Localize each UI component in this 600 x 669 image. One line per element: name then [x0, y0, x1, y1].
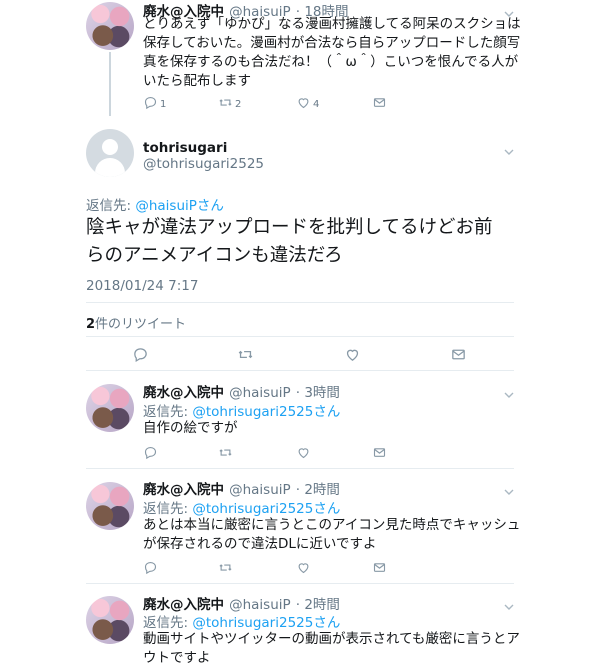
like-count: 4: [313, 98, 320, 110]
tweet-header: 廃水@入院中 @haisuiP · 3時間: [143, 381, 340, 401]
tweet-text-line: 真を保存するのも合法だね！（＾ω＾）こいつを恨んでる人が: [143, 54, 519, 70]
retweet-icon: [237, 346, 254, 366]
user-handle[interactable]: @tohrisugari2525: [143, 156, 264, 172]
tweet-text-line: 陰キャが違法アップロードを批判してるけどお前: [86, 217, 493, 238]
tweet-text-line: 保存しておいた。漫画村が合法なら自らアップロードした顔写: [143, 35, 521, 51]
reply-button[interactable]: [143, 445, 158, 463]
avatar[interactable]: [86, 596, 134, 644]
tweet-time[interactable]: · 3時間: [296, 385, 340, 401]
divider: [86, 302, 514, 303]
like-button[interactable]: [296, 445, 311, 463]
reply-button[interactable]: 1: [143, 95, 166, 113]
display-name[interactable]: 廃水@入院中: [143, 482, 224, 498]
dm-button[interactable]: [372, 95, 387, 113]
reply-to: 返信先: @tohrisugari2525さん: [143, 400, 340, 420]
reply-button[interactable]: [132, 346, 149, 366]
chevron-down-icon[interactable]: [504, 597, 514, 610]
reply-to: 返信先: @tohrisugari2525さん: [143, 611, 340, 631]
retweet-button[interactable]: [218, 560, 233, 578]
tweet-header: 廃水@入院中 @haisuiP · 2時間: [143, 593, 340, 613]
tweet-text: 動画サイトやツイッターの動画が表示されても厳密に言うとア ウトですよ: [143, 630, 523, 668]
main-user-handle-wrap: @tohrisugari2525: [143, 153, 264, 172]
reply-icon: [143, 560, 158, 578]
chevron-down-icon[interactable]: [504, 385, 514, 398]
reply-icon: [143, 445, 158, 463]
chevron-down-icon[interactable]: [504, 142, 514, 155]
tweet-text-line: あとは本当に厳密に言うとこのアイコン見た時点でキャッシュ: [143, 517, 521, 533]
dm-button[interactable]: [450, 346, 467, 366]
reply-to-handle[interactable]: @haisuiPさん: [135, 198, 224, 214]
retweet-stats[interactable]: 2件のリツイート: [86, 313, 186, 332]
heart-icon: [296, 560, 311, 578]
heart-icon: [296, 95, 311, 113]
reply-to: 返信先: @tohrisugari2525さん: [143, 497, 340, 517]
retweet-icon: [218, 445, 233, 463]
main-tweet-text: 陰キャが違法アップロードを批判してるけどお前 らのアニメアイコンも違法だろ: [86, 214, 492, 270]
mail-icon: [450, 346, 467, 366]
reply-to-prefix: 返信先:: [143, 615, 193, 631]
tweet-text-line: とりあえず「ゆかぴ」なる漫画村擁護してる阿呆のスクショは: [143, 16, 521, 32]
retweet-number: 2: [86, 317, 96, 332]
retweet-icon: [218, 95, 233, 113]
user-handle[interactable]: @haisuiP: [229, 482, 291, 498]
tweet-text-line: ウトですよ: [143, 650, 211, 666]
like-button[interactable]: [344, 346, 361, 366]
chevron-down-icon[interactable]: [504, 4, 514, 17]
chevron-down-icon[interactable]: [504, 482, 514, 495]
retweet-button[interactable]: [218, 445, 233, 463]
heart-icon: [296, 445, 311, 463]
tweet-text-line: 自作の絵ですが: [143, 420, 238, 436]
tweet-thread: 廃水@入院中 @haisuiP · 18時間 とりあえず「ゆかぴ」なる漫画村擁護…: [0, 0, 600, 669]
tweet-timestamp[interactable]: 2018/01/24 7:17: [86, 278, 198, 294]
user-handle[interactable]: @haisuiP: [229, 385, 291, 401]
mail-icon: [372, 445, 387, 463]
retweet-count: 2: [235, 98, 242, 110]
reply-icon: [143, 95, 158, 113]
dm-button[interactable]: [372, 560, 387, 578]
tweet-text-line: 動画サイトやツイッターの動画が表示されても厳密に言うとア: [143, 631, 520, 647]
divider: [86, 370, 514, 371]
divider: [86, 583, 514, 584]
default-avatar-icon[interactable]: [86, 129, 134, 177]
retweet-icon: [218, 560, 233, 578]
avatar[interactable]: [86, 384, 134, 432]
reply-button[interactable]: [143, 560, 158, 578]
tweet-time[interactable]: · 2時間: [296, 482, 340, 498]
reply-count: 1: [160, 98, 167, 110]
tweet-header: 廃水@入院中 @haisuiP · 2時間: [143, 478, 340, 498]
reply-to-handle[interactable]: @tohrisugari2525さん: [192, 404, 340, 420]
mail-icon: [372, 95, 387, 113]
reply-to-handle[interactable]: @tohrisugari2525さん: [192, 501, 340, 517]
tweet-text-line: が保存されるので違法DLに近いですよ: [143, 536, 377, 552]
reply-to-prefix: 返信先:: [143, 404, 193, 420]
tweet-text: とりあえず「ゆかぴ」なる漫画村擁護してる阿呆のスクショは 保存しておいた。漫画村…: [143, 15, 523, 91]
tweet-text: 自作の絵ですが: [143, 419, 238, 438]
tweet-text: あとは本当に厳密に言うとこのアイコン見た時点でキャッシュ が保存されるので違法D…: [143, 516, 523, 554]
reply-to: 返信先: @haisuiPさん: [86, 194, 224, 214]
retweet-button[interactable]: [237, 346, 254, 366]
reply-to-handle[interactable]: @tohrisugari2525さん: [192, 615, 340, 631]
reply-to-prefix: 返信先:: [143, 501, 193, 517]
display-name[interactable]: 廃水@入院中: [143, 385, 224, 401]
dm-button[interactable]: [372, 445, 387, 463]
divider: [86, 468, 514, 469]
like-button[interactable]: 4: [296, 95, 319, 113]
avatar[interactable]: [86, 2, 134, 50]
heart-icon: [344, 346, 361, 366]
retweet-button[interactable]: 2: [218, 95, 241, 113]
retweet-label: 件のリツイート: [95, 317, 187, 332]
reply-icon: [132, 346, 149, 366]
tweet-text-line: らのアニメアイコンも違法だろ: [86, 245, 343, 266]
avatar[interactable]: [86, 482, 134, 530]
thread-connector-line: [109, 52, 111, 116]
like-button[interactable]: [296, 560, 311, 578]
mail-icon: [372, 560, 387, 578]
reply-to-prefix: 返信先:: [86, 198, 136, 214]
divider: [86, 336, 514, 337]
tweet-text-line: いたら配布します: [143, 73, 251, 89]
